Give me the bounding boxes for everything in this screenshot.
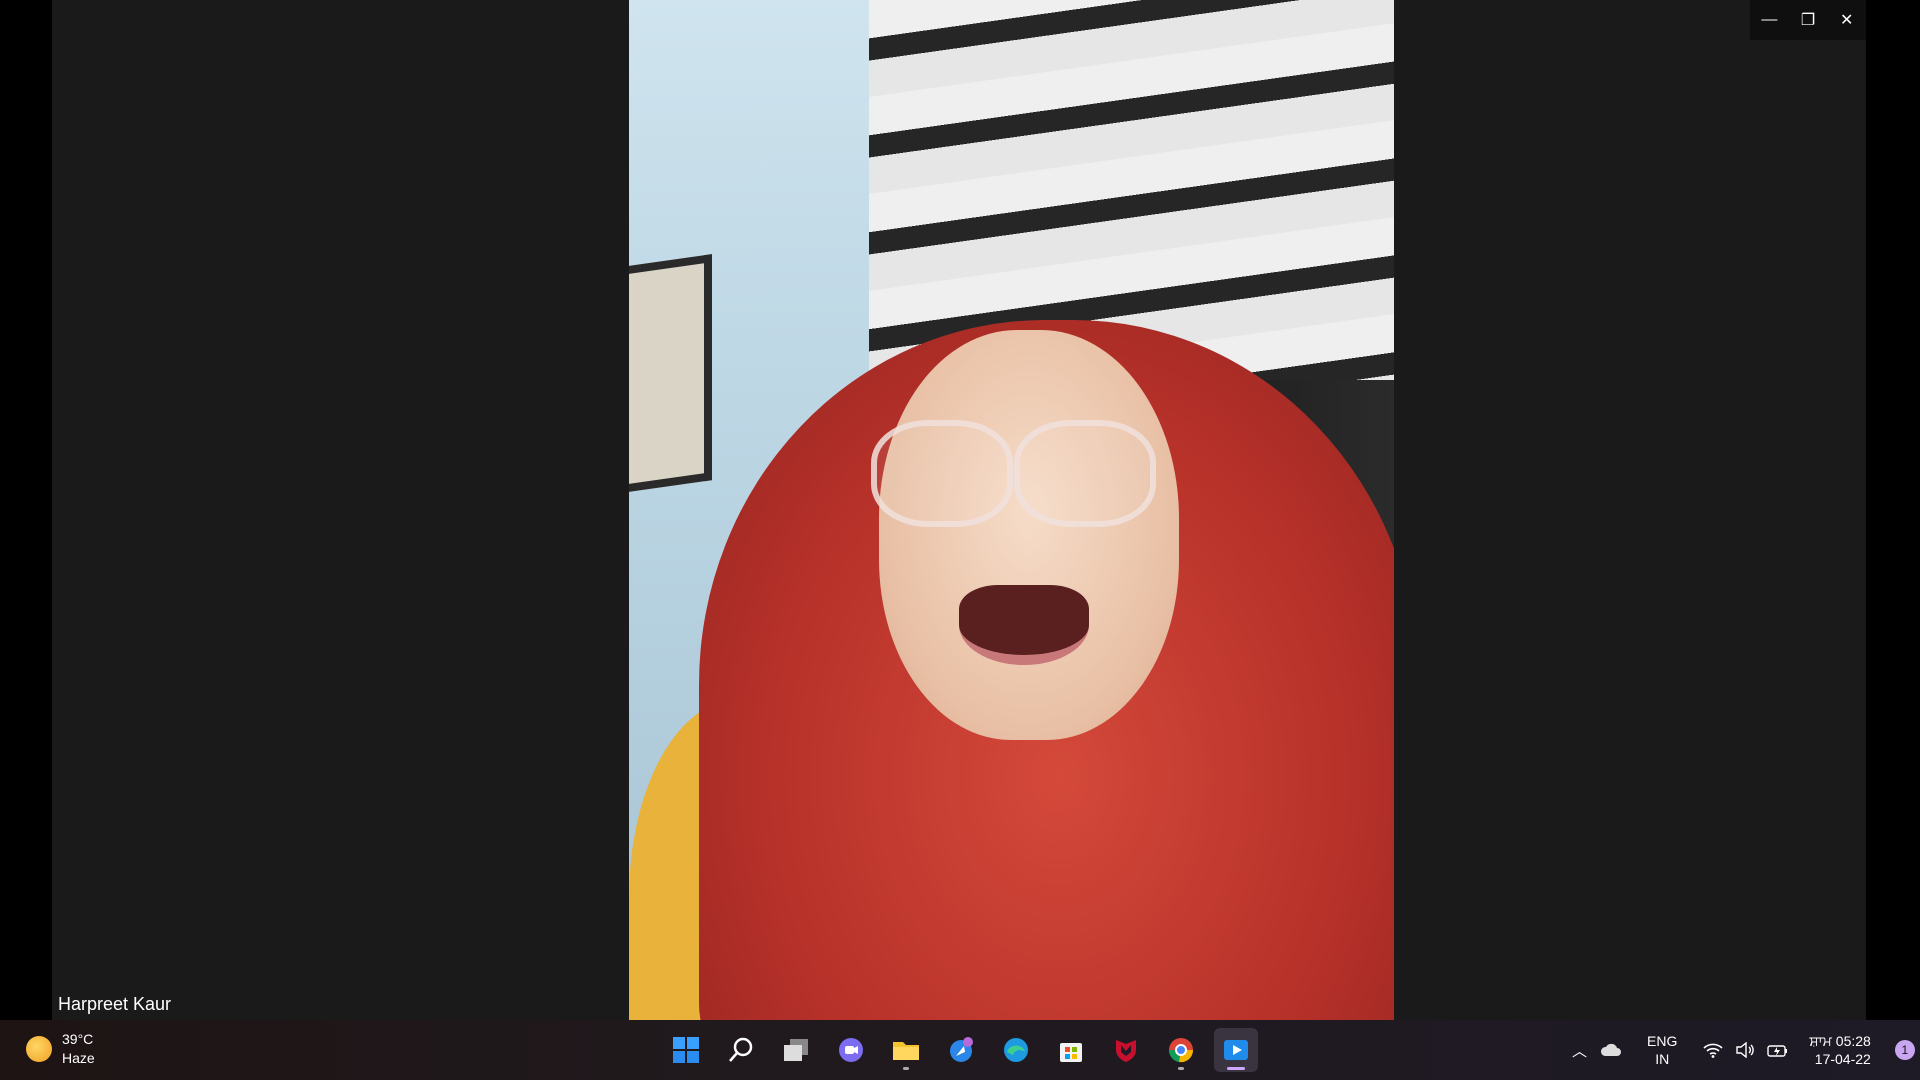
- media-player-button[interactable]: [1214, 1028, 1258, 1072]
- taskbar: 39°C Haze ︿ ENG IN ਸ਼ਾਮ 05:28 17-04-22 1: [0, 1020, 1920, 1080]
- start-button[interactable]: [664, 1028, 708, 1072]
- taskbar-apps: [664, 1028, 1258, 1072]
- face: [879, 330, 1179, 740]
- glasses-right-lens: [1014, 420, 1156, 527]
- language-code: ENG: [1647, 1033, 1678, 1049]
- chrome-button[interactable]: [1159, 1028, 1203, 1072]
- store-button[interactable]: [1049, 1028, 1093, 1072]
- running-indicator: [1178, 1067, 1184, 1070]
- active-indicator: [1227, 1067, 1245, 1070]
- edge-button[interactable]: [994, 1028, 1038, 1072]
- play-icon: [1224, 1040, 1248, 1060]
- search-icon: [729, 1037, 753, 1062]
- video-call-stage: [52, 0, 1866, 1020]
- search-button[interactable]: [719, 1028, 763, 1072]
- chrome-icon: [1168, 1038, 1194, 1063]
- region-code: IN: [1655, 1051, 1670, 1067]
- wall-frame: [629, 254, 712, 492]
- weather-condition: Haze: [62, 1050, 95, 1066]
- clock-time: ਸ਼ਾਮ 05:28: [1809, 1033, 1871, 1049]
- mcafee-button[interactable]: [1104, 1028, 1148, 1072]
- close-button[interactable]: ✕: [1827, 0, 1866, 40]
- weather-temp: 39°C: [62, 1031, 94, 1047]
- chat-icon: [839, 1038, 863, 1062]
- clock-date: 17-04-22: [1814, 1051, 1871, 1067]
- weather-widget[interactable]: 39°C Haze: [26, 1030, 95, 1068]
- sun-icon: [26, 1036, 52, 1062]
- notification-badge[interactable]: 1: [1894, 1040, 1915, 1060]
- mouth: [959, 585, 1089, 665]
- windows-logo-icon: [673, 1037, 699, 1063]
- running-indicator: [903, 1067, 909, 1070]
- chevron-up-icon[interactable]: ︿: [1572, 1040, 1587, 1061]
- cloud-icon[interactable]: [1599, 1042, 1622, 1058]
- clock[interactable]: ਸ਼ਾਮ 05:28 17-04-22: [1809, 1032, 1870, 1068]
- window-controls: — ❐ ✕: [1750, 0, 1866, 40]
- app-icon: [950, 1037, 973, 1062]
- app-button[interactable]: [939, 1028, 983, 1072]
- volume-icon[interactable]: [1735, 1042, 1755, 1058]
- file-explorer-button[interactable]: [884, 1028, 928, 1072]
- shield-icon: [1116, 1040, 1136, 1062]
- task-view-button[interactable]: [774, 1028, 818, 1072]
- participant-name-label: Harpreet Kaur: [52, 989, 178, 1020]
- glasses-left-lens: [871, 420, 1013, 527]
- system-tray: ︿ ENG IN ਸ਼ਾਮ 05:28 17-04-22 1: [1572, 1028, 1915, 1072]
- minimize-button[interactable]: —: [1750, 0, 1789, 40]
- battery-icon[interactable]: [1767, 1042, 1789, 1058]
- wifi-icon[interactable]: [1703, 1042, 1723, 1058]
- edge-icon: [1004, 1038, 1028, 1062]
- chat-button[interactable]: [829, 1028, 873, 1072]
- restore-button[interactable]: ❐: [1789, 0, 1828, 40]
- task-view-icon: [784, 1039, 808, 1061]
- folder-icon: [893, 1042, 919, 1060]
- language-indicator[interactable]: ENG IN: [1647, 1032, 1677, 1068]
- participant-video[interactable]: [629, 0, 1394, 1020]
- store-icon: [1060, 1043, 1082, 1062]
